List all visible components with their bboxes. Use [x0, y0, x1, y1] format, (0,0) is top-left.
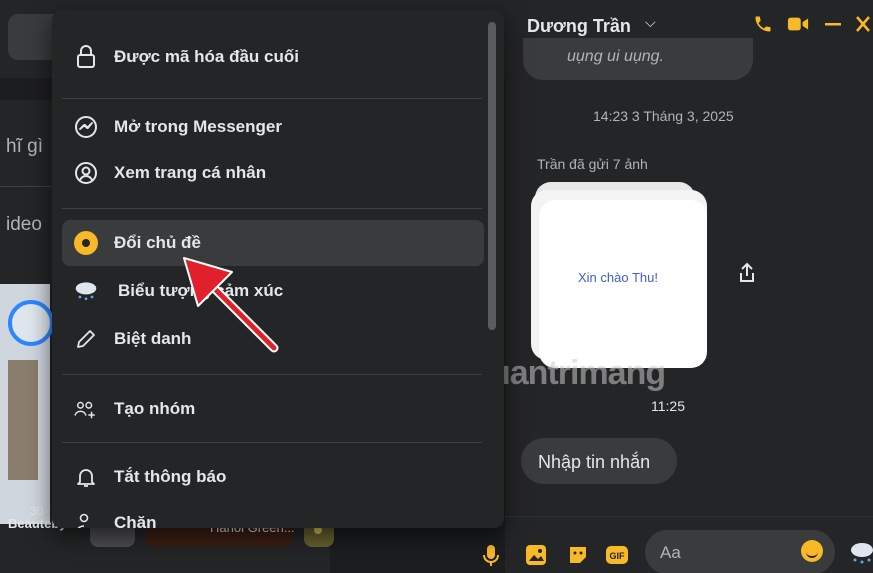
- menu-scrollbar[interactable]: [488, 22, 496, 330]
- messenger-icon: [74, 115, 98, 139]
- pencil-icon: [74, 327, 98, 351]
- background-text: ideo: [6, 214, 42, 235]
- svg-text:GIF: GIF: [610, 551, 626, 561]
- message-text: Nhập tin nhắn: [538, 452, 651, 472]
- block-icon: [74, 511, 98, 528]
- message-input-placeholder: Aa: [660, 543, 681, 562]
- emoji-cloud-icon: [74, 279, 98, 303]
- emoji-icon[interactable]: [801, 540, 823, 562]
- menu-item-mute[interactable]: Tắt thông báo: [62, 454, 484, 500]
- reaction-icon[interactable]: [849, 540, 873, 564]
- theme-color-dot: [74, 231, 98, 255]
- menu-item-create-group[interactable]: Tạo nhóm: [62, 386, 484, 432]
- timestamp: 14:23 3 Tháng 3, 2025: [593, 108, 734, 124]
- profile-icon: [74, 161, 98, 185]
- annotation-arrow: [183, 257, 279, 353]
- photo-time: 11:25: [651, 398, 685, 414]
- minimize-icon[interactable]: [823, 14, 843, 39]
- share-icon[interactable]: [738, 262, 756, 290]
- background-photo: [8, 360, 38, 480]
- background-text: hĩ gì: [6, 136, 43, 157]
- gif-icon[interactable]: GIF: [605, 544, 628, 564]
- menu-item-label: Xem trang cá nhân: [114, 163, 267, 182]
- sent-photos-label: Trần đã gửi 7 ảnh: [537, 156, 648, 172]
- menu-divider: [62, 98, 482, 99]
- menu-divider: [62, 442, 482, 443]
- watermark: uantrimang: [490, 354, 666, 392]
- video-icon[interactable]: [787, 14, 809, 39]
- photo-text: Xin chào Thu!: [578, 270, 658, 285]
- background-avatar: [8, 300, 54, 346]
- close-icon[interactable]: [855, 14, 871, 39]
- bell-icon: [74, 465, 98, 489]
- theme-icon: [74, 231, 98, 255]
- menu-item-view-profile[interactable]: Xem trang cá nhân: [62, 150, 484, 196]
- menu-item-label: Tắt thông báo: [114, 467, 227, 486]
- mic-icon[interactable]: [481, 544, 501, 566]
- group-add-icon: [74, 397, 98, 421]
- menu-divider: [62, 374, 482, 375]
- menu-item-label: Chặn: [114, 513, 157, 528]
- phone-icon[interactable]: [753, 14, 773, 39]
- contact-name[interactable]: Dương Trần: [527, 16, 631, 37]
- menu-item-open-messenger[interactable]: Mở trong Messenger: [62, 104, 484, 150]
- menu-item-label: Mở trong Messenger: [114, 117, 282, 136]
- menu-item-block[interactable]: Chặn: [62, 500, 484, 528]
- screen: hĩ gì ideo 30 Beauteby Hanoi Green... Dư…: [0, 0, 873, 573]
- menu-item-label: Tạo nhóm: [114, 399, 196, 418]
- message-text: uụng ui uụng.: [567, 48, 664, 65]
- menu-item-label: Được mã hóa đầu cuối: [114, 47, 299, 66]
- lock-icon: [74, 45, 98, 69]
- menu-divider: [62, 208, 482, 209]
- menu-item-encryption[interactable]: Được mã hóa đầu cuối: [62, 34, 484, 80]
- photo-icon[interactable]: [525, 544, 546, 565]
- sticker-icon[interactable]: [567, 544, 587, 564]
- background-divider: [0, 186, 60, 187]
- chat-window: Dương Trần ⌵ uụng ui uụng. 14:23 3 Tháng…: [483, 0, 873, 573]
- chevron-down-icon[interactable]: ⌵: [645, 14, 656, 31]
